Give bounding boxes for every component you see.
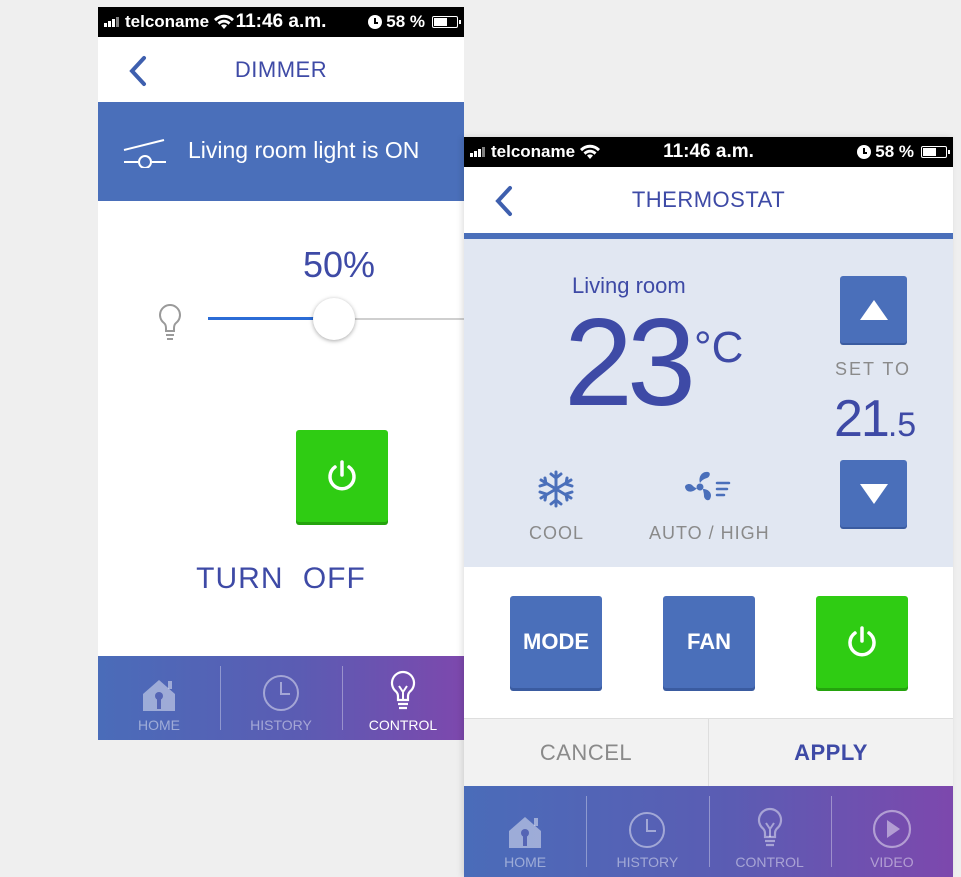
temperature-unit: °C — [694, 323, 744, 372]
signal-icon — [470, 147, 485, 157]
tab-history[interactable]: HISTORY — [220, 656, 342, 740]
cancel-button[interactable]: CANCEL — [464, 719, 708, 786]
nav-bar: THERMOSTAT — [464, 167, 953, 233]
battery-percent: 58 % — [875, 142, 914, 161]
temp-up-button[interactable] — [840, 276, 907, 343]
set-to-label: SET TO — [834, 359, 912, 379]
mode-status-label: COOL — [529, 523, 585, 543]
carrier-name: telconame — [491, 142, 576, 161]
battery-percent: 58 % — [386, 12, 425, 31]
battery-icon — [432, 16, 461, 28]
light-status-text: Living room light is ON — [188, 137, 420, 163]
carrier-name: telconame — [125, 12, 210, 31]
apply-button[interactable]: APPLY — [708, 719, 953, 786]
bulb-icon — [757, 807, 782, 847]
page-title: THERMOSTAT — [631, 187, 786, 212]
signal-icon — [104, 17, 119, 27]
back-chevron-icon[interactable] — [494, 185, 514, 217]
tab-video[interactable]: VIDEO — [830, 786, 953, 877]
play-icon — [872, 809, 911, 849]
tab-control[interactable]: CONTROL — [708, 786, 831, 877]
fan-status-label: AUTO / HIGH — [649, 523, 770, 543]
dimmer-screen: telconame 11:46 a.m. 58 % DIMMER Living … — [98, 7, 464, 740]
status-time: 11:46 a.m. — [663, 141, 754, 162]
tab-home[interactable]: HOME — [464, 786, 586, 877]
power-icon — [848, 626, 876, 657]
wifi-icon — [580, 144, 601, 159]
current-temperature: 23 — [564, 294, 696, 432]
home-icon — [143, 680, 175, 711]
battery-icon — [921, 146, 950, 158]
power-button[interactable] — [296, 430, 388, 522]
tab-bar: HOME HISTORY CONTROL — [98, 656, 464, 740]
temp-down-button[interactable] — [840, 460, 907, 527]
clock-icon — [263, 675, 299, 711]
power-button[interactable] — [816, 596, 908, 688]
tab-control[interactable]: CONTROL — [342, 656, 464, 740]
thermostat-panel: Living room 23 °C COOL AUTO / HIGH SET T… — [464, 239, 953, 567]
status-bar: telconame 11:46 a.m. 58 % — [464, 137, 953, 167]
tab-history[interactable]: HISTORY — [586, 786, 708, 877]
triangle-up-icon — [859, 299, 888, 320]
tab-bar: HOME HISTORY CONTROL VIDEO — [464, 786, 953, 877]
brightness-value: 50% — [303, 244, 376, 285]
status-time: 11:46 a.m. — [235, 11, 327, 32]
mode-button[interactable]: MODE — [510, 596, 602, 688]
home-icon — [509, 817, 542, 848]
fan-button[interactable]: FAN — [663, 596, 755, 688]
status-bar: telconame 11:46 a.m. 58 % — [98, 7, 464, 37]
tab-home[interactable]: HOME — [98, 656, 220, 740]
thermostat-screen: telconame 11:46 a.m. 58 % THERMOSTAT Liv… — [464, 137, 953, 877]
light-status-banner: Living room light is ON — [98, 102, 464, 201]
triangle-down-icon — [859, 483, 888, 504]
nav-bar: DIMMER — [98, 37, 464, 103]
dimmer-switch-icon — [123, 139, 166, 168]
back-chevron-icon[interactable] — [128, 55, 148, 87]
snowflake-icon — [538, 470, 574, 508]
fan-icon — [685, 471, 731, 501]
power-icon — [328, 460, 356, 491]
bulb-icon — [390, 670, 416, 710]
turn-off-label[interactable]: TURN OFF — [98, 562, 464, 596]
bulb-icon — [159, 303, 181, 340]
clock-icon — [629, 812, 666, 848]
set-temperature: 21.5 — [834, 390, 917, 448]
brightness-slider-thumb[interactable] — [312, 298, 355, 340]
page-title: DIMMER — [234, 57, 328, 82]
alarm-icon — [368, 15, 383, 29]
wifi-icon — [214, 14, 235, 29]
alarm-icon — [857, 145, 872, 159]
action-bar: CANCEL APPLY — [464, 718, 953, 786]
